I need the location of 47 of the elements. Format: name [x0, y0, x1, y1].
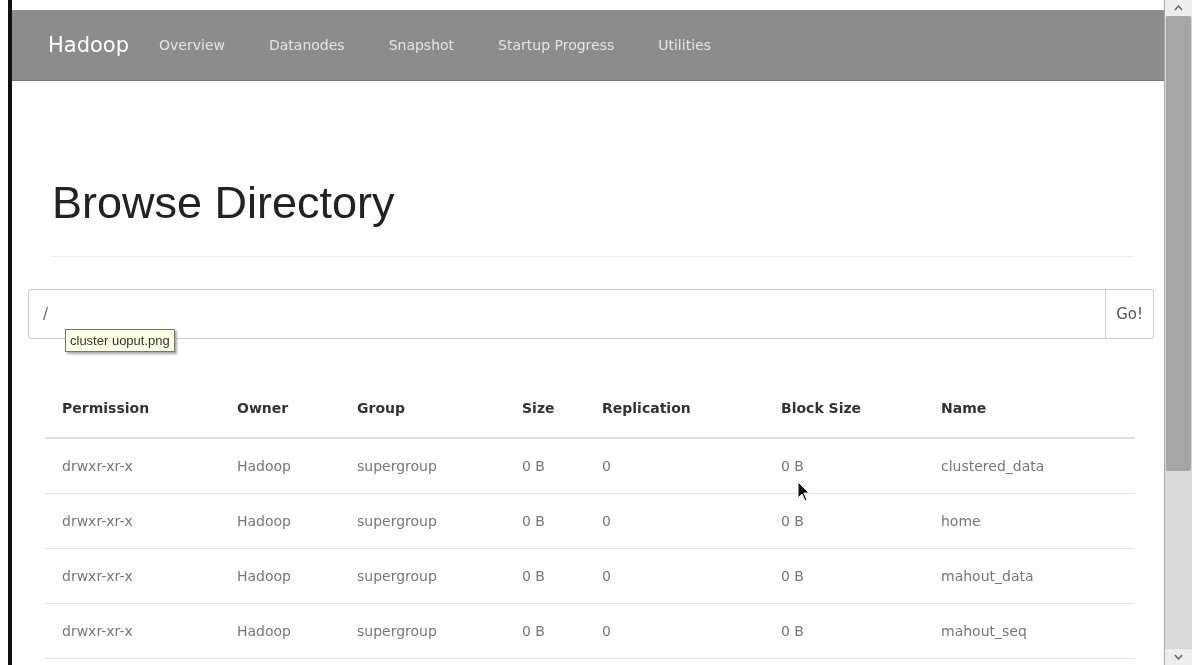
table-cell: drwxr-xr-x: [45, 493, 220, 548]
table-cell: 0 B: [505, 548, 585, 603]
column-header[interactable]: Replication: [585, 378, 764, 438]
table-cell: Hadoop: [220, 603, 340, 658]
file-name-link[interactable]: clustered_data: [924, 437, 1135, 493]
table-cell: 0 B: [505, 603, 585, 658]
table-cell: drwxr-xr-x: [45, 548, 220, 603]
table-cell: supergroup: [340, 548, 505, 603]
table-cell: 0: [585, 548, 764, 603]
table-cell: supergroup: [340, 493, 505, 548]
table-cell: drwxr-xr-x: [45, 603, 220, 658]
table-cell: 0: [585, 437, 764, 493]
table-cell: Hadoop: [220, 493, 340, 548]
mouse-pointer-icon: [797, 481, 811, 503]
nav-link[interactable]: Snapshot: [388, 37, 455, 53]
scroll-down-icon[interactable]: [1165, 649, 1192, 665]
file-name-link[interactable]: mahout_seq: [924, 603, 1135, 658]
table-cell: 0 B: [764, 603, 924, 658]
scroll-up-icon[interactable]: [1165, 0, 1192, 16]
column-header[interactable]: Permission: [45, 378, 220, 438]
table-cell: drwxr-xr-x: [45, 437, 220, 493]
column-header[interactable]: Name: [924, 378, 1135, 438]
brand-link[interactable]: Hadoop: [48, 33, 130, 57]
file-name-link[interactable]: home: [924, 493, 1135, 548]
column-header[interactable]: Size: [505, 378, 585, 438]
page-heading: Browse Directory: [52, 178, 396, 228]
tooltip: cluster uoput.png: [65, 328, 175, 352]
table-cell: 0: [585, 603, 764, 658]
file-name-link[interactable]: mahout_data: [924, 548, 1135, 603]
table-cell: 0 B: [764, 548, 924, 603]
nav-link[interactable]: Utilities: [658, 37, 711, 53]
table-cell: 0 B: [505, 493, 585, 548]
scrollbar-thumb[interactable]: [1166, 16, 1191, 471]
table-cell: Hadoop: [220, 437, 340, 493]
nav-link[interactable]: Startup Progress: [498, 37, 615, 53]
nav-link[interactable]: Overview: [159, 37, 225, 53]
table-cell: Hadoop: [220, 548, 340, 603]
table-cell: supergroup: [340, 437, 505, 493]
nav-link[interactable]: Datanodes: [268, 37, 345, 53]
column-header[interactable]: Block Size: [764, 378, 924, 438]
column-header[interactable]: Owner: [220, 378, 340, 438]
column-header[interactable]: Group: [340, 378, 505, 438]
table-cell: 0 B: [505, 437, 585, 493]
go-button[interactable]: Go!: [1106, 288, 1154, 339]
table-cell: supergroup: [340, 603, 505, 658]
scrollbar[interactable]: [1164, 0, 1192, 665]
table-cell: 0: [585, 493, 764, 548]
